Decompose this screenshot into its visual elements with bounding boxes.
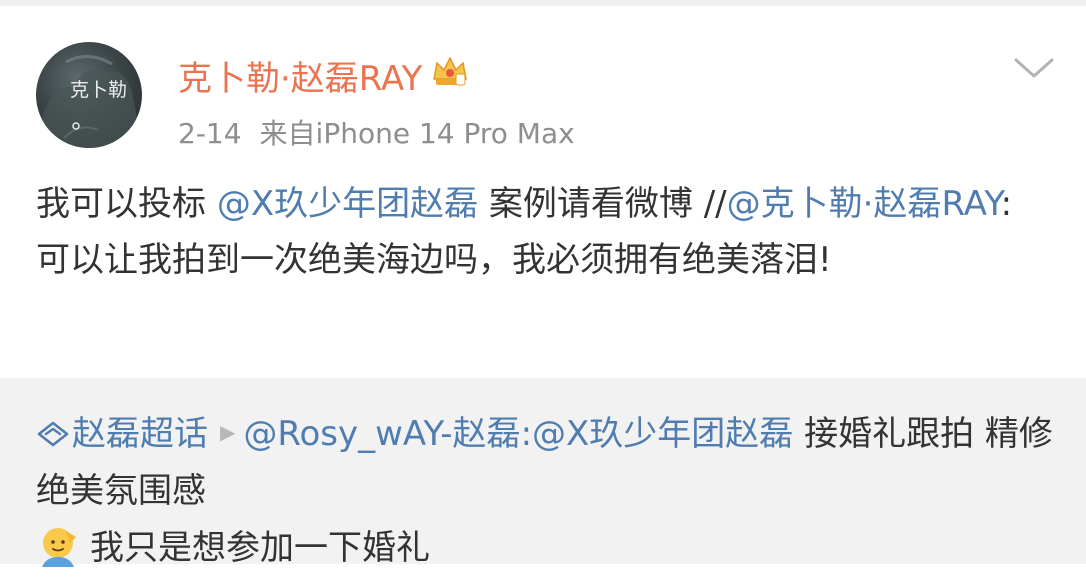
avatar[interactable]: 克卜勒 xyxy=(36,42,142,148)
post-text: 我可以投标 @X玖少年团赵磊 案例请看微博 //@克卜勒·赵磊RAY:可以让我拍… xyxy=(36,176,1046,288)
mention-link[interactable]: @Rosy_wAY-赵磊 xyxy=(243,414,520,454)
text-segment: 我只是想参加一下婚礼 xyxy=(90,528,430,568)
diamond-topic-icon xyxy=(37,421,69,447)
top-divider xyxy=(0,0,1086,6)
topic-link[interactable]: 赵磊超话 xyxy=(36,414,208,454)
mention-link[interactable]: :@X玖少年团赵磊 xyxy=(521,414,794,454)
salute-emoji-icon xyxy=(36,523,82,587)
avatar-image: 克卜勒 xyxy=(36,55,142,148)
crown-badge-icon xyxy=(432,55,468,96)
topic-label[interactable]: 赵磊超话 xyxy=(72,414,208,454)
repost-text: 赵磊超话 ▶ @Rosy_wAY-赵磊:@X玖少年团赵磊 接婚礼跟拍 精修绝美氛围感… xyxy=(36,404,1056,587)
post-date: 2-14 xyxy=(178,117,242,150)
author-name[interactable]: 克卜勒·赵磊RAY xyxy=(178,51,422,100)
chevron-down-icon[interactable] xyxy=(1012,52,1056,82)
mention-link[interactable]: @克卜勒·赵磊RAY xyxy=(727,184,1001,224)
author-name-row[interactable]: 克卜勒·赵磊RAY xyxy=(178,50,468,100)
text-segment: 案例请看微博 // xyxy=(478,184,727,224)
text-segment: 我可以投标 xyxy=(36,184,206,224)
post-source: 来自iPhone 14 Pro Max xyxy=(259,117,575,150)
play-arrow-icon: ▶ xyxy=(220,420,236,444)
avatar-logo-text: 克卜勒 xyxy=(70,79,127,101)
mention-link[interactable]: @X玖少年团赵磊 xyxy=(217,184,478,224)
post-meta: 2-14 来自iPhone 14 Pro Max xyxy=(178,112,575,152)
